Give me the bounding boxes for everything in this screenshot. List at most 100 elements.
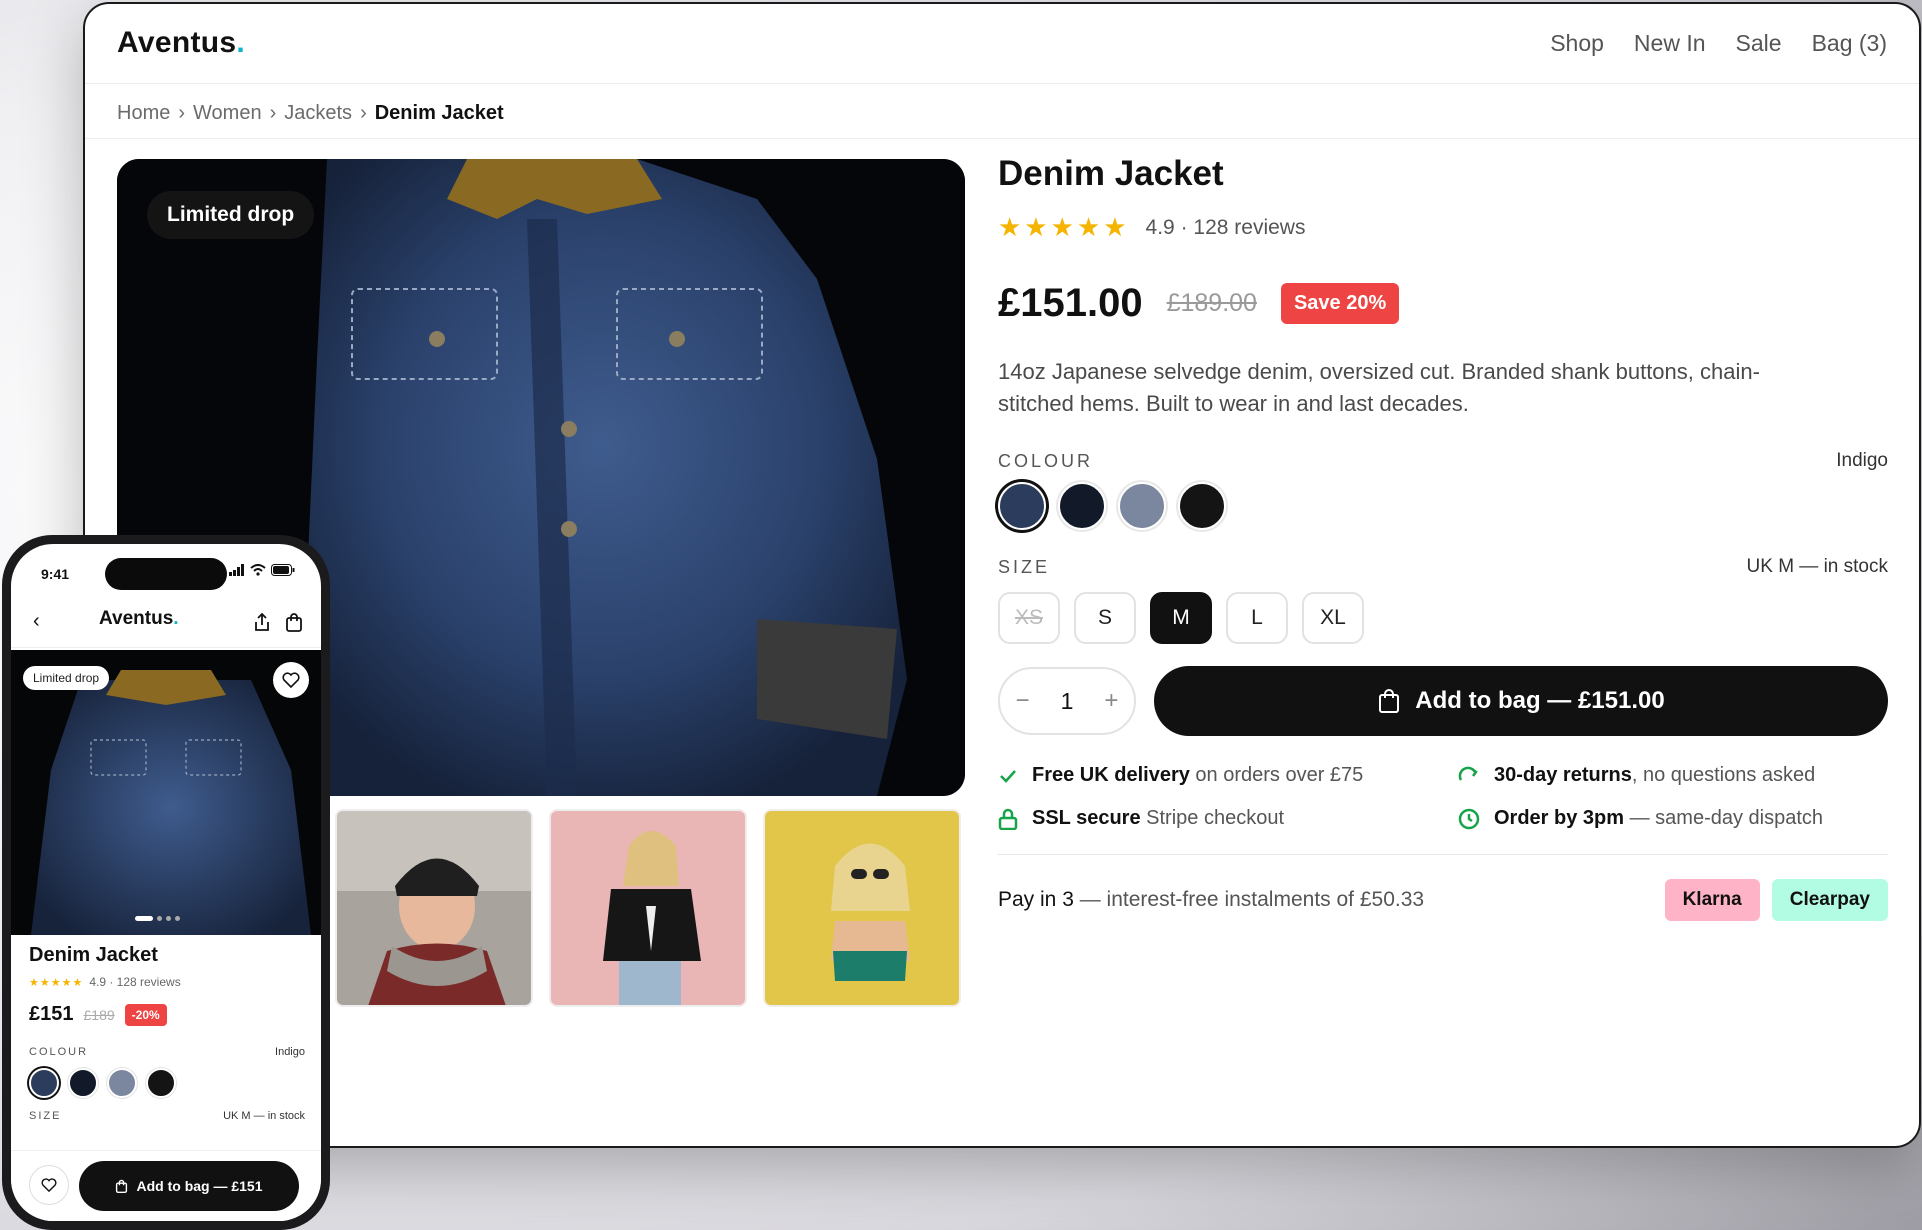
carousel-dots[interactable]: [135, 916, 180, 921]
star-rating-icon: ★★★★★: [998, 212, 1130, 242]
clock-icon: [1458, 808, 1480, 829]
size-status: UK M — in stock: [1746, 556, 1888, 577]
swatch-indigo[interactable]: [998, 482, 1046, 530]
perks-grid: Free UK delivery on orders over £75 30-d…: [998, 764, 1888, 830]
product-title: Denim Jacket: [998, 154, 1224, 193]
rating[interactable]: ★★★★★ 4.9 · 128 reviews: [998, 212, 1888, 243]
size-l[interactable]: L: [1226, 592, 1288, 644]
nav-sale[interactable]: Sale: [1736, 30, 1782, 57]
nav-bag[interactable]: Bag (3): [1812, 30, 1887, 57]
swatch-black[interactable]: [146, 1068, 176, 1098]
desktop-window: Aventus. Shop New In Sale Bag (3) Home ›…: [83, 2, 1921, 1148]
qty-value[interactable]: 1: [1061, 688, 1074, 715]
colour-selected: Indigo: [1836, 450, 1888, 471]
product-description: 14oz Japanese selvedge denim, oversized …: [998, 359, 1760, 416]
thumbnail-beanie[interactable]: [335, 809, 533, 1007]
mobile-action-bar: Add to bag — £151: [11, 1150, 321, 1221]
crumb-separator: ›: [360, 102, 367, 124]
woman-sunglasses-image: [765, 811, 959, 1005]
crumb-jackets[interactable]: Jackets: [284, 102, 352, 125]
payment-badges: Klarna Clearpay: [1664, 879, 1888, 921]
nav-new-in[interactable]: New In: [1634, 30, 1706, 57]
mobile-price: £151: [29, 1003, 74, 1025]
bag-icon: [1379, 689, 1400, 713]
swatch-light-wash[interactable]: [107, 1068, 137, 1098]
wifi-icon: [250, 564, 266, 576]
mobile-save-badge: -20%: [124, 1003, 167, 1026]
mobile-product-info: Denim Jacket ★★★★★ 4.9 · 128 reviews £15…: [29, 944, 305, 1122]
woman-beanie-image: [337, 811, 531, 1005]
rating-text: 4.9 · 128 reviews: [1145, 215, 1306, 239]
mobile-wishlist-button[interactable]: [273, 662, 309, 698]
divider: [85, 138, 1919, 139]
star-rating-icon: ★★★★★: [29, 976, 84, 989]
perk-ssl: SSL secure Stripe checkout: [998, 807, 1458, 830]
mobile-favourite-button[interactable]: [29, 1165, 69, 1205]
save-badge: Save 20%: [1280, 283, 1400, 324]
share-icon[interactable]: [253, 612, 271, 632]
colour-swatches: [998, 482, 1888, 530]
crumb-separator: ›: [178, 102, 186, 124]
size-header: SIZE UK M — in stock: [998, 556, 1888, 578]
denim-jacket-illustration: [11, 650, 321, 935]
swatch-navy[interactable]: [68, 1068, 98, 1098]
mobile-colour-header: COLOUR Indigo: [29, 1046, 305, 1058]
size-xs[interactable]: XS: [998, 592, 1060, 644]
returns-icon: [1458, 766, 1478, 781]
add-to-bag-button[interactable]: Add to bag — £151.00: [1154, 666, 1888, 736]
heart-icon: [41, 1178, 57, 1192]
mobile-was-price: £189: [83, 1006, 115, 1023]
mobile-product-title: Denim Jacket: [29, 944, 158, 966]
mobile-colour-swatches: [29, 1068, 305, 1098]
top-nav: Aventus. Shop New In Sale Bag (3): [85, 4, 1919, 84]
swatch-black[interactable]: [1178, 482, 1226, 530]
woman-skeleton-tee-image: [551, 811, 745, 1005]
buy-row: − 1 + Add to bag — £151.00: [998, 666, 1888, 736]
current-price: £151.00: [998, 281, 1143, 325]
swatch-light-wash[interactable]: [1118, 482, 1166, 530]
nav-menu: Shop New In Sale Bag (3): [1550, 30, 1887, 57]
thumbnail-sunglasses[interactable]: [763, 809, 961, 1007]
size-s[interactable]: S: [1074, 592, 1136, 644]
status-time: 9:41: [41, 566, 70, 582]
swatch-indigo[interactable]: [29, 1068, 59, 1098]
crumb-home[interactable]: Home: [117, 102, 170, 125]
swatch-navy[interactable]: [1058, 482, 1106, 530]
clearpay-badge[interactable]: Clearpay: [1771, 879, 1888, 921]
thumbnail-strip: [335, 809, 961, 1007]
bag-icon: [116, 1179, 128, 1193]
breadcrumb: Home › Women › Jackets › Denim Jacket: [117, 102, 504, 125]
price-row: £151.00 £189.00 Save 20%: [998, 281, 1888, 326]
add-to-bag-label: Add to bag — £151.00: [1415, 687, 1665, 714]
mobile-limited-drop-badge: Limited drop: [23, 666, 110, 690]
mobile-size-header: SIZE UK M — in stock: [29, 1110, 305, 1122]
perk-dispatch: Order by 3pm — same-day dispatch: [1458, 807, 1888, 830]
size-label: SIZE: [998, 556, 1051, 577]
nav-shop[interactable]: Shop: [1550, 30, 1604, 57]
size-xl[interactable]: XL: [1302, 592, 1364, 644]
mobile-device: 9:41 ‹ Aventus. Limited drop Denim Jacke…: [2, 535, 330, 1230]
mobile-hero-image[interactable]: Limited drop: [11, 650, 321, 935]
mobile-price-row: £151 £189 -20%: [29, 1003, 305, 1026]
crumb-separator: ›: [269, 102, 277, 124]
brand-logo[interactable]: Aventus.: [117, 26, 245, 60]
mobile-brand-logo[interactable]: Aventus.: [99, 608, 179, 630]
was-price: £189.00: [1166, 289, 1257, 317]
size-m[interactable]: M: [1150, 592, 1212, 644]
signal-icon: [229, 564, 244, 576]
crumb-women[interactable]: Women: [193, 102, 262, 125]
thumbnail-skeleton-tee[interactable]: [549, 809, 747, 1007]
chevron-left-icon[interactable]: ‹: [33, 610, 40, 633]
dynamic-island: [105, 558, 227, 590]
battery-icon: [271, 564, 295, 576]
qty-plus-button[interactable]: +: [1104, 687, 1118, 715]
bag-icon[interactable]: [285, 612, 303, 632]
klarna-badge[interactable]: Klarna: [1664, 879, 1760, 921]
colour-label: COLOUR: [998, 450, 1094, 471]
mobile-rating[interactable]: ★★★★★ 4.9 · 128 reviews: [29, 975, 305, 989]
mobile-add-to-bag-button[interactable]: Add to bag — £151: [79, 1161, 299, 1211]
crumb-current: Denim Jacket: [374, 102, 504, 124]
qty-minus-button[interactable]: −: [1016, 687, 1030, 715]
product-info: Denim Jacket ★★★★★ 4.9 · 128 reviews £15…: [998, 154, 1888, 921]
divider: [998, 854, 1888, 855]
